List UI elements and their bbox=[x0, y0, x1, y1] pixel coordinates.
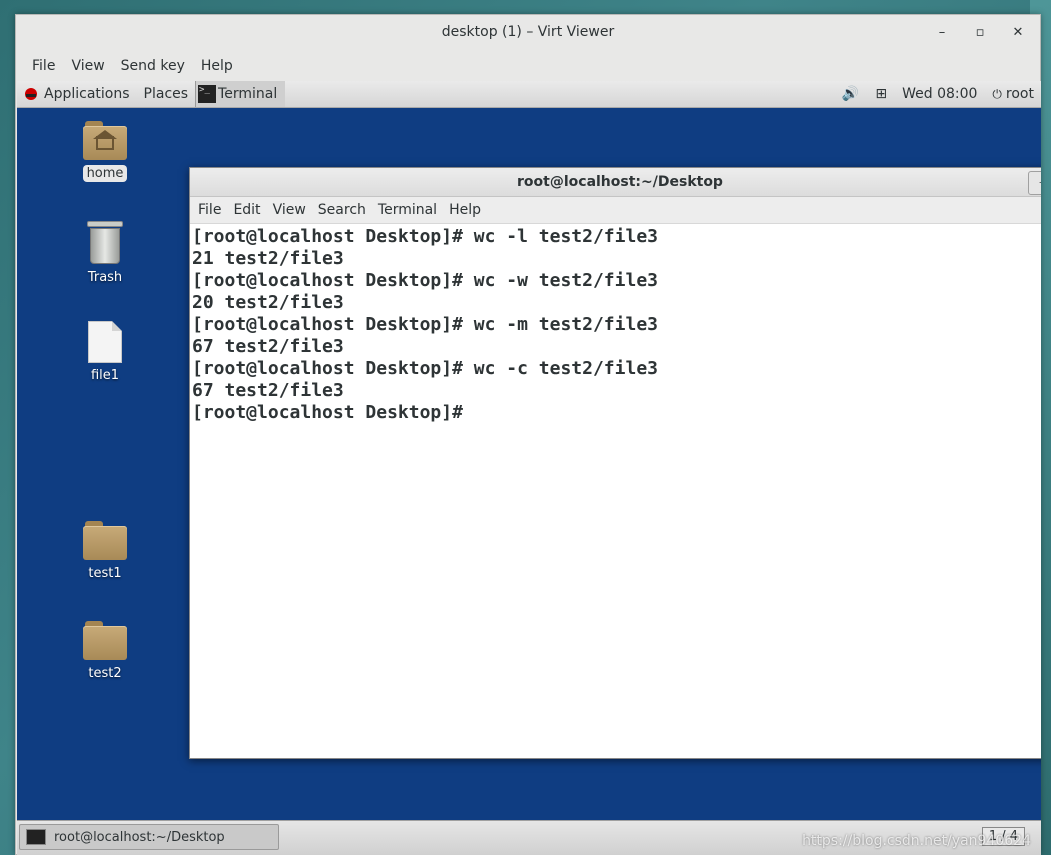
terminal-menu-help[interactable]: Help bbox=[443, 202, 487, 218]
taskbar-terminal-button[interactable]: root@localhost:~/Desktop bbox=[19, 824, 279, 850]
terminal-icon: >_ bbox=[198, 85, 217, 103]
trash-icon bbox=[87, 221, 123, 265]
clock[interactable]: Wed 08:00 bbox=[895, 81, 984, 107]
desktop-icon-label: test2 bbox=[88, 666, 122, 681]
gnome-top-bar: Applications Places >_ Terminal 🔊 ⊞ Wed … bbox=[17, 81, 1041, 108]
menu-send-key[interactable]: Send key bbox=[113, 53, 193, 79]
terminal-line: [root@localhost Desktop]# wc -m test2/fi… bbox=[192, 314, 658, 335]
viewer-menubar: File View Send key Help bbox=[16, 53, 1040, 79]
terminal-line: [root@localhost Desktop]# wc -w test2/fi… bbox=[192, 270, 658, 291]
watermark: https://blog.csdn.net/yan940624 bbox=[802, 833, 1031, 849]
terminal-line: 20 test2/file3 bbox=[192, 292, 344, 313]
window-titlebar[interactable]: desktop (1) – Virt Viewer – ▫ ✕ bbox=[16, 15, 1040, 51]
folder-icon bbox=[83, 521, 127, 561]
close-button[interactable]: ✕ bbox=[1004, 23, 1032, 43]
terminal-titlebar[interactable]: root@localhost:~/Desktop – bbox=[190, 168, 1041, 197]
terminal-icon bbox=[26, 829, 46, 845]
terminal-line: 67 test2/file3 bbox=[192, 380, 344, 401]
places-menu[interactable]: Places bbox=[137, 81, 196, 107]
menu-view[interactable]: View bbox=[63, 53, 112, 79]
terminal-line: 21 test2/file3 bbox=[192, 248, 344, 269]
taskbar-terminal-label: root@localhost:~/Desktop bbox=[54, 829, 225, 845]
terminal-line: [root@localhost Desktop]# wc -l test2/fi… bbox=[192, 226, 658, 247]
window-title: desktop (1) – Virt Viewer bbox=[441, 24, 615, 40]
places-label: Places bbox=[143, 86, 189, 102]
terminal-menu-terminal[interactable]: Terminal bbox=[372, 202, 443, 218]
minimize-button[interactable]: – bbox=[928, 23, 956, 43]
applications-menu[interactable]: Applications bbox=[17, 81, 137, 107]
terminal-menu-view[interactable]: View bbox=[267, 202, 312, 218]
desktop-icon-label: Trash bbox=[87, 270, 123, 285]
terminal-window[interactable]: root@localhost:~/Desktop – File Edit Vie… bbox=[189, 167, 1041, 759]
desktop-icon-test1[interactable]: test1 bbox=[70, 521, 140, 582]
desktop-icon-test2[interactable]: test2 bbox=[70, 621, 140, 682]
terminal-line: 67 test2/file3 bbox=[192, 336, 344, 357]
network-icon[interactable]: ⊞ bbox=[867, 86, 895, 102]
menu-help[interactable]: Help bbox=[193, 53, 241, 79]
terminal-menu-edit[interactable]: Edit bbox=[227, 202, 266, 218]
terminal-menu-file[interactable]: File bbox=[192, 202, 227, 218]
desktop-icon-label: file1 bbox=[90, 368, 120, 383]
home-folder-icon bbox=[83, 121, 127, 161]
terminal-title: root@localhost:~/Desktop bbox=[517, 174, 723, 190]
guest-screen[interactable]: Applications Places >_ Terminal 🔊 ⊞ Wed … bbox=[17, 81, 1041, 855]
redhat-icon bbox=[25, 88, 37, 100]
terminal-output[interactable]: [root@localhost Desktop]# wc -l test2/fi… bbox=[190, 224, 1041, 426]
terminal-minimize-button[interactable]: – bbox=[1028, 171, 1041, 195]
volume-icon[interactable]: 🔊 bbox=[834, 86, 867, 102]
folder-icon bbox=[83, 621, 127, 661]
terminal-menu-search[interactable]: Search bbox=[312, 202, 372, 218]
menu-file[interactable]: File bbox=[24, 53, 63, 79]
terminal-app-label: Terminal bbox=[218, 86, 278, 102]
desktop-icon-label: home bbox=[82, 165, 128, 182]
terminal-prompt: [root@localhost Desktop]# bbox=[192, 402, 474, 423]
terminal-app-indicator[interactable]: >_ Terminal bbox=[195, 81, 286, 107]
applications-label: Applications bbox=[44, 86, 130, 102]
terminal-menubar: File Edit View Search Terminal Help bbox=[190, 197, 1041, 224]
desktop-icon-file1[interactable]: file1 bbox=[70, 321, 140, 384]
desktop-icon-label: test1 bbox=[88, 566, 122, 581]
terminal-line: [root@localhost Desktop]# wc -c test2/fi… bbox=[192, 358, 658, 379]
power-icon[interactable]: ⏻ bbox=[984, 87, 1006, 102]
gnome-bottom-bar: root@localhost:~/Desktop 1 / 4 https://b… bbox=[17, 820, 1041, 855]
virt-viewer-window: desktop (1) – Virt Viewer – ▫ ✕ File Vie… bbox=[15, 14, 1041, 855]
desktop-icon-trash[interactable]: Trash bbox=[70, 221, 140, 286]
document-icon bbox=[88, 321, 122, 363]
user-menu[interactable]: root bbox=[1006, 81, 1041, 107]
maximize-button[interactable]: ▫ bbox=[966, 23, 994, 43]
desktop-icon-home[interactable]: home bbox=[70, 121, 140, 182]
